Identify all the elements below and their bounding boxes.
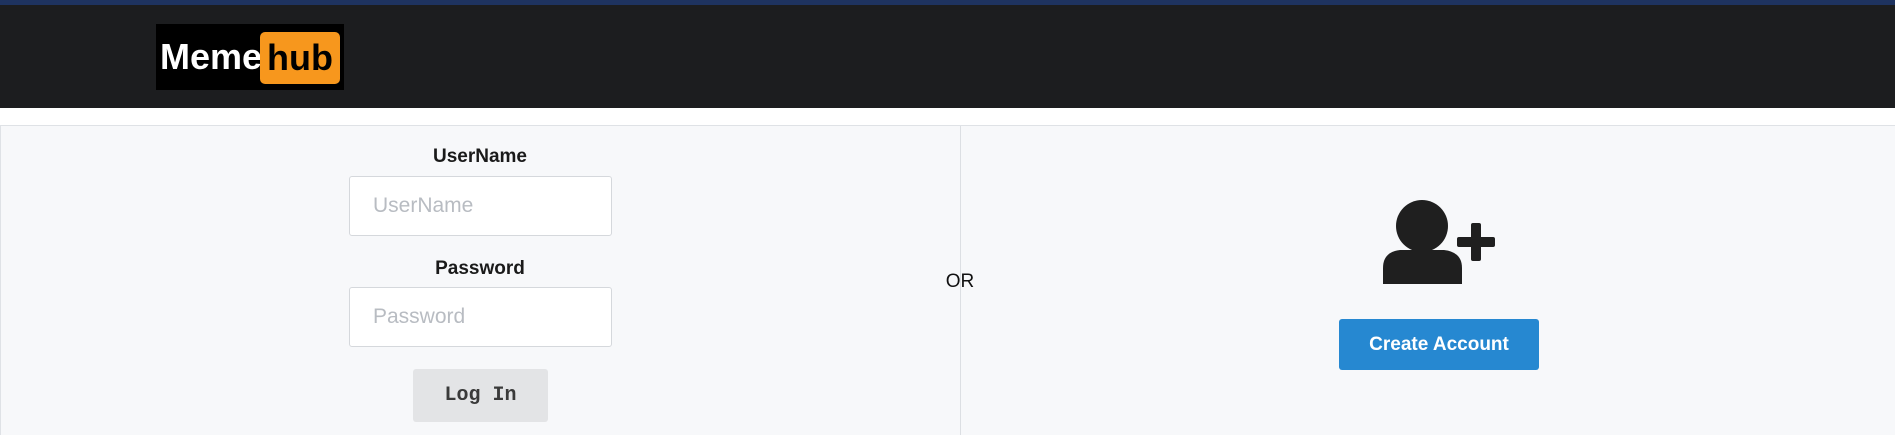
add-user-icon: [1383, 200, 1495, 284]
site-logo[interactable]: Meme hub: [156, 24, 344, 90]
navbar: Meme hub: [0, 5, 1895, 108]
create-account-button[interactable]: Create Account: [1339, 319, 1539, 370]
password-input[interactable]: [349, 287, 612, 347]
username-input[interactable]: [349, 176, 612, 236]
username-label: UserName: [433, 146, 527, 167]
login-button[interactable]: Log In: [413, 369, 548, 422]
logo-text-meme: Meme: [160, 36, 263, 77]
or-separator: OR: [945, 271, 975, 292]
logo-text-hub: hub: [260, 32, 340, 84]
password-label: Password: [435, 258, 525, 279]
